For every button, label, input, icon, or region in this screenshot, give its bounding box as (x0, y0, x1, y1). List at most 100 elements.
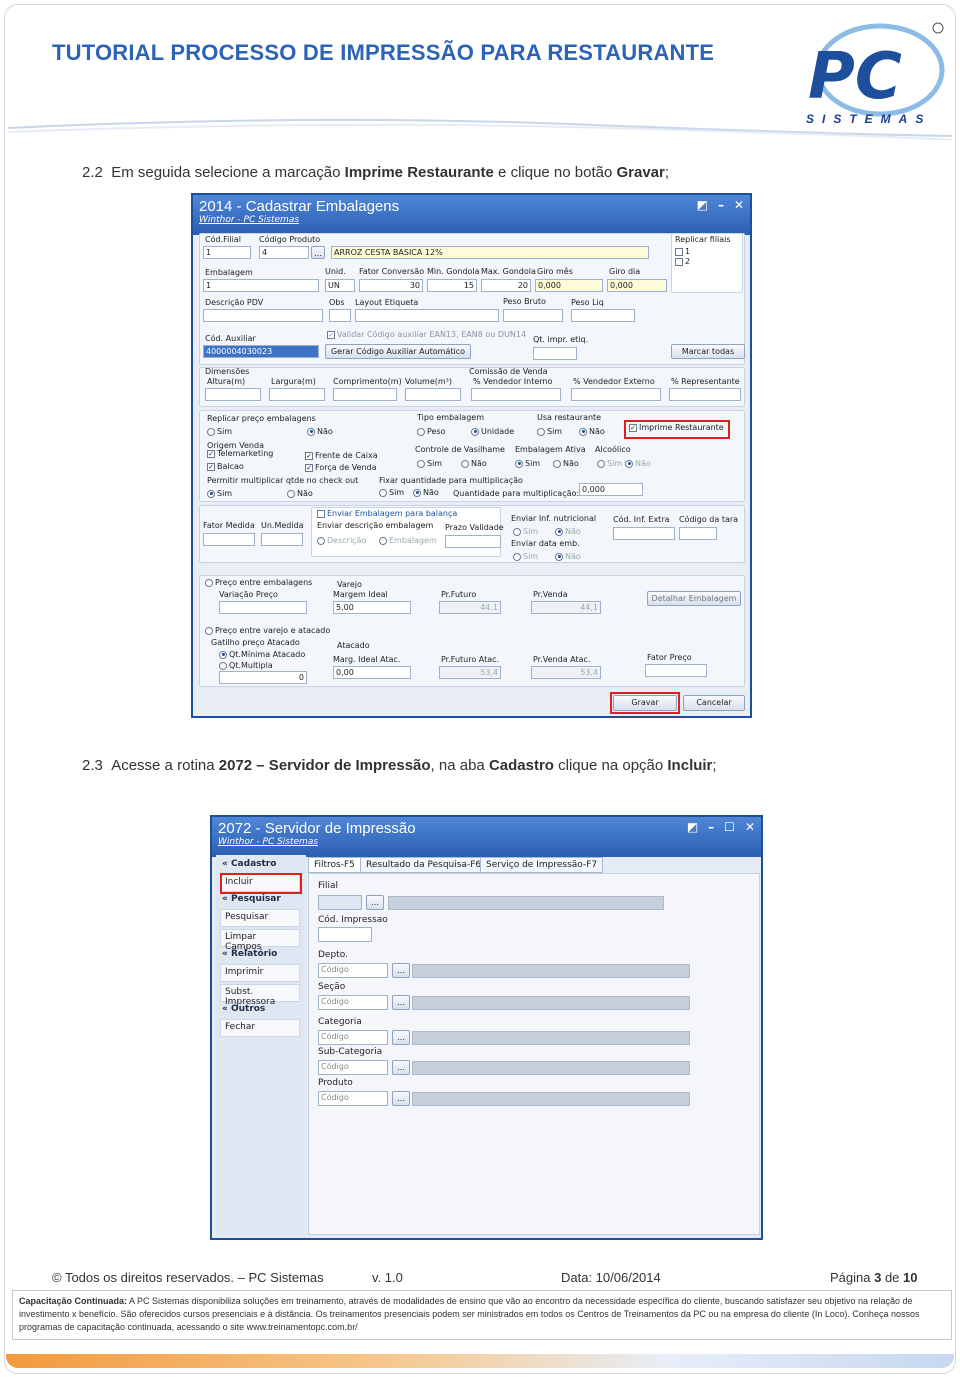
gerar-codigo-button[interactable]: Gerar Código Auxiliar Automático (325, 344, 471, 359)
sidebar-head-pesquisar[interactable]: « Pesquisar (222, 894, 281, 904)
multiplicar-nao-radio[interactable]: Não (287, 489, 313, 498)
preco-varejo-atacado-radio[interactable]: Preço entre varejo e atacado (205, 626, 330, 635)
unid-select[interactable]: UN (325, 279, 355, 292)
close-icon[interactable]: ✕ (745, 820, 755, 834)
pct-representante-input[interactable] (669, 388, 741, 401)
categoria-input[interactable]: Código (318, 1030, 388, 1045)
fator-medida-input[interactable] (203, 533, 255, 546)
data-sim-radio[interactable]: Sim (513, 552, 538, 561)
data-nao-radio[interactable]: Não (555, 552, 581, 561)
nutricional-nao-radio[interactable]: Não (555, 527, 581, 536)
tab-filtros[interactable]: Filtros-F5 (308, 857, 361, 873)
variacao-preco-input[interactable] (219, 601, 307, 614)
minimize-icon[interactable]: – (708, 820, 714, 834)
min-gondola-input[interactable]: 15 (427, 279, 477, 292)
sidebar-head-relatorio[interactable]: « Relatório (222, 949, 277, 959)
produto-input[interactable]: Código (318, 1091, 388, 1106)
filial-input[interactable] (318, 895, 362, 910)
descricao-pdv-input[interactable] (203, 309, 323, 322)
subcategoria-input[interactable]: Código (318, 1060, 388, 1075)
un-medida-input[interactable] (261, 533, 303, 546)
sidebar-item-pesquisar[interactable]: Pesquisar (220, 909, 300, 927)
filial-1-checkbox[interactable]: 1 (675, 247, 690, 256)
altura-input[interactable] (205, 388, 261, 401)
fator-conversao-input[interactable]: 30 (359, 279, 423, 292)
descricao-radio[interactable]: Descrição (317, 536, 366, 545)
marg-ideal-atac-input[interactable]: 0,00 (333, 666, 411, 679)
tipo-peso-radio[interactable]: Peso (417, 427, 446, 436)
vasilhame-nao-radio[interactable]: Não (461, 459, 487, 468)
sidebar-item-subst-impressora[interactable]: Subst. Impressora (220, 984, 300, 1007)
cod-tara-input[interactable] (679, 527, 717, 540)
usa-restaurante-nao-radio[interactable]: Não (579, 427, 605, 436)
qt-multipla-radio[interactable]: Qt.Multipla (219, 661, 273, 670)
cod-produto-input[interactable]: 4 (259, 246, 309, 259)
preco-entre-embalagens-radio[interactable]: Preço entre embalagens (205, 578, 312, 587)
search-produto-button[interactable]: … (311, 246, 325, 259)
cod-impressao-input[interactable] (318, 927, 372, 942)
vasilhame-sim-radio[interactable]: Sim (417, 459, 442, 468)
nutricional-sim-radio[interactable]: Sim (513, 527, 538, 536)
produto-lookup-button[interactable]: ... (392, 1091, 410, 1106)
obs-input[interactable] (329, 309, 351, 322)
filial-lookup-button[interactable]: ... (366, 895, 384, 910)
forca-venda-checkbox[interactable]: ✓ Força de Venda (305, 463, 377, 472)
multiplicar-sim-radio[interactable]: Sim (207, 489, 232, 498)
secao-input[interactable]: Código (318, 995, 388, 1010)
layout-etiqueta-select[interactable] (355, 309, 499, 322)
embalagem-input[interactable]: 1 (203, 279, 319, 292)
sidebar-item-limpar[interactable]: Limpar Campos (220, 929, 300, 952)
pct-externo-input[interactable] (571, 388, 661, 401)
ativa-sim-radio[interactable]: Sim (515, 459, 540, 468)
peso-liq-input[interactable] (571, 309, 635, 322)
minimize-icon[interactable]: – (718, 198, 724, 212)
close-icon[interactable]: ✕ (734, 198, 744, 212)
qt-impr-input[interactable] (533, 347, 577, 360)
fixar-sim-radio[interactable]: Sim (379, 488, 404, 497)
ativa-nao-radio[interactable]: Não (553, 459, 579, 468)
marcar-todas-button[interactable]: Marcar todas (671, 344, 745, 359)
sidebar-item-imprimir[interactable]: Imprimir (220, 964, 300, 982)
pct-interno-input[interactable] (471, 388, 561, 401)
cancelar-button[interactable]: Cancelar (683, 695, 745, 711)
restore-icon[interactable]: ◩ (697, 198, 708, 212)
balcao-checkbox[interactable]: ✓ Balcao (207, 462, 244, 471)
tab-resultado[interactable]: Resultado da Pesquisa-F6 (360, 857, 488, 873)
depto-input[interactable]: Código (318, 963, 388, 978)
fator-preco-input[interactable] (645, 664, 707, 677)
fixar-nao-radio[interactable]: Não (413, 488, 439, 497)
largura-input[interactable] (269, 388, 325, 401)
enviar-balanca-checkbox[interactable]: Enviar Embalagem para balança (317, 509, 457, 518)
subcategoria-lookup-button[interactable]: ... (392, 1060, 410, 1075)
sidebar-head-outros[interactable]: « Outros (222, 1004, 265, 1014)
sidebar-item-fechar[interactable]: Fechar (220, 1019, 300, 1037)
detalhar-embalagem-button[interactable]: Detalhar Embalagem (647, 591, 741, 606)
alcoolico-nao-radio[interactable]: Não (625, 459, 651, 468)
depto-lookup-button[interactable]: ... (392, 963, 410, 978)
margem-ideal-input[interactable]: 5,00 (333, 601, 411, 614)
volume-input[interactable] (405, 388, 461, 401)
comprimento-input[interactable] (333, 388, 397, 401)
maximize-icon[interactable]: ☐ (724, 820, 735, 834)
tipo-unidade-radio[interactable]: Unidade (471, 427, 514, 436)
usa-restaurante-sim-radio[interactable]: Sim (537, 427, 562, 436)
replicar-nao-radio[interactable]: Não (307, 427, 333, 436)
filial-2-checkbox[interactable]: 2 (675, 257, 690, 266)
peso-bruto-input[interactable] (503, 309, 563, 322)
cod-inf-extra-input[interactable] (613, 527, 675, 540)
validar-checkbox[interactable]: ✓ Validar Código auxiliar EAN13, EAN8 ou … (327, 330, 526, 339)
max-gondola-input[interactable]: 20 (481, 279, 531, 292)
embalagem-radio[interactable]: Embalagem (379, 536, 437, 545)
tab-servico[interactable]: Serviço de Impressão-F7 (480, 857, 604, 873)
categoria-lookup-button[interactable]: ... (392, 1030, 410, 1045)
replicar-sim-radio[interactable]: Sim (207, 427, 232, 436)
telemarketing-checkbox[interactable]: ✓ Telemarketing (207, 449, 273, 458)
qt-atacado-input[interactable]: 0 (219, 671, 307, 684)
cod-auxiliar-input[interactable]: 4000004030023 (203, 345, 319, 358)
frente-caixa-checkbox[interactable]: ✓ Frente de Caixa (305, 451, 378, 460)
restore-icon[interactable]: ◩ (687, 820, 698, 834)
alcoolico-sim-radio[interactable]: Sim (597, 459, 622, 468)
qtd-multiplicacao-input[interactable]: 0,000 (579, 483, 643, 496)
sidebar-head-cadastro[interactable]: « Cadastro (222, 859, 276, 869)
cod-filial-select[interactable]: 1 (203, 246, 251, 259)
